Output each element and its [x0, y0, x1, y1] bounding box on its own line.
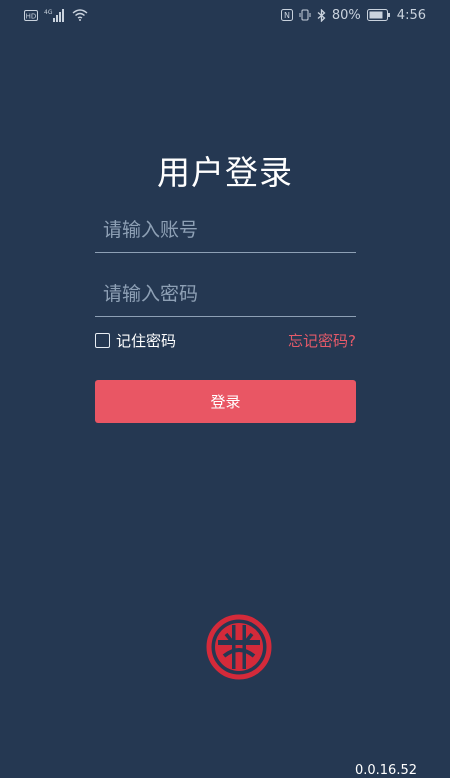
signal-icon: 4G	[44, 8, 66, 22]
hd-icon: HD	[24, 9, 38, 21]
status-bar: HD 4G N 80% 4:56	[0, 0, 450, 30]
svg-text:HD: HD	[26, 12, 37, 20]
remember-label: 记住密码	[116, 331, 177, 350]
vibrate-icon	[299, 9, 311, 21]
battery-percent: 80%	[331, 7, 361, 23]
wifi-icon	[72, 9, 88, 21]
password-field	[95, 272, 356, 317]
password-input[interactable]	[95, 272, 356, 316]
forgot-password-link[interactable]: 忘记密码?	[288, 330, 356, 351]
version-label: 0.0.16.52	[354, 763, 417, 778]
battery-icon	[366, 9, 391, 21]
svg-text:N: N	[284, 11, 290, 20]
login-screen: HD 4G N 80% 4:56 用户登录 请输入账号 记住密码 忘记密码? 登…	[0, 0, 450, 778]
login-button[interactable]: 登录	[95, 380, 356, 423]
account-input[interactable]	[95, 208, 356, 252]
remember-row: 记住密码 忘记密码?	[95, 328, 356, 352]
bluetooth-icon	[317, 8, 326, 22]
status-time: 4:56	[396, 7, 426, 23]
status-left: HD 4G	[24, 8, 88, 22]
brand-logo-icon	[206, 614, 272, 680]
nfc-icon: N	[280, 9, 293, 21]
remember-checkbox[interactable]	[95, 332, 110, 348]
svg-text:4G: 4G	[44, 9, 53, 16]
status-right: N 80% 4:56	[280, 7, 426, 23]
page-title: 用户登录	[157, 153, 293, 192]
remember-password-toggle[interactable]: 记住密码	[95, 330, 176, 351]
account-field	[95, 208, 356, 253]
